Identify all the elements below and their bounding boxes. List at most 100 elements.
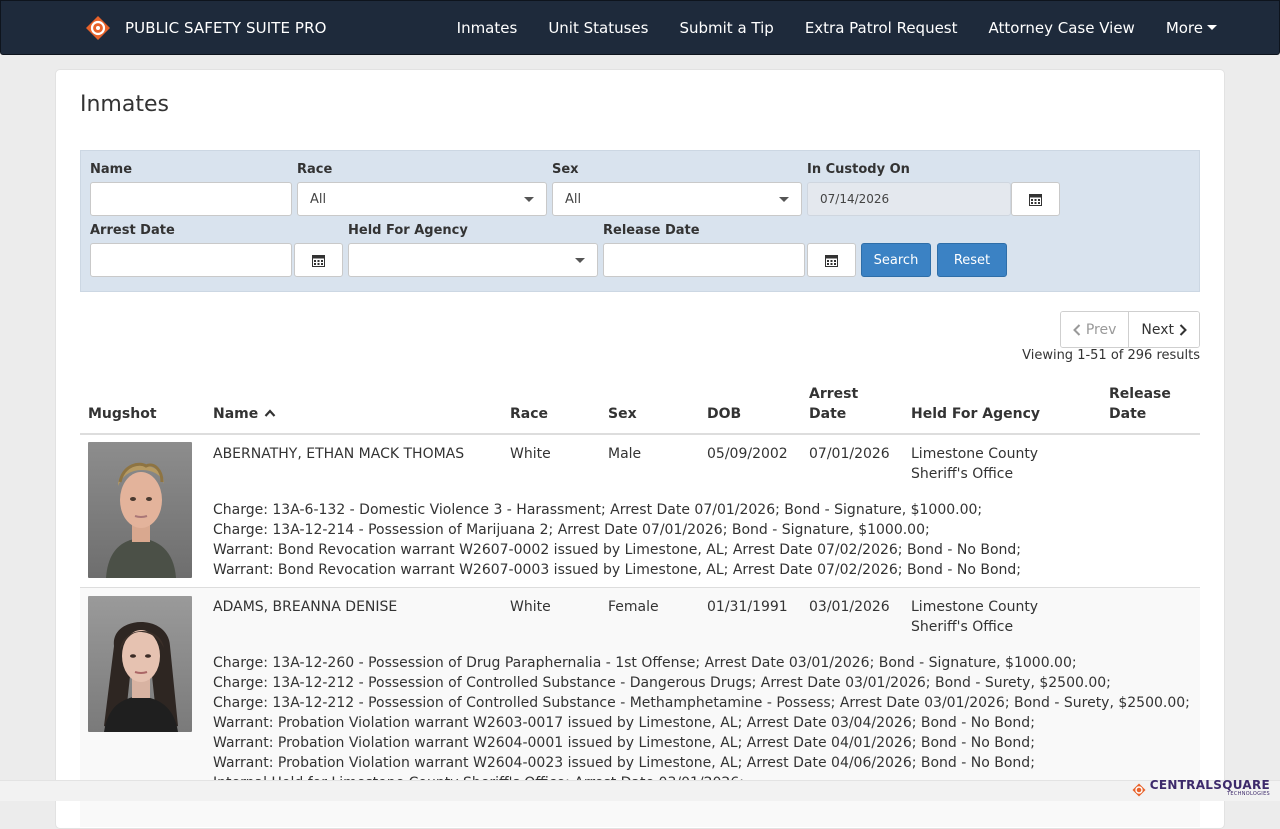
calendar-icon bbox=[312, 254, 325, 267]
nav-unit-statuses[interactable]: Unit Statuses bbox=[548, 19, 648, 37]
warrant-line: Warrant: Bond Revocation warrant W2607-0… bbox=[213, 542, 1021, 558]
header-arrest-date: Arrest Date bbox=[809, 384, 858, 424]
inmate-agency: Limestone County Sheriff's Office bbox=[911, 597, 1038, 637]
agency-line2: Sheriff's Office bbox=[911, 466, 1014, 482]
calendar-icon bbox=[825, 254, 838, 267]
nav-attorney-case-view[interactable]: Attorney Case View bbox=[989, 19, 1135, 37]
search-button[interactable]: Search bbox=[861, 243, 931, 277]
inmate-arrest-date: 07/01/2026 bbox=[809, 446, 890, 462]
sex-label: Sex bbox=[552, 162, 579, 177]
inmate-name[interactable]: ADAMS, BREANNA DENISE bbox=[213, 597, 397, 617]
agency-select[interactable] bbox=[348, 243, 598, 277]
charge-line: Charge: 13A-12-212 - Possession of Contr… bbox=[213, 695, 1190, 711]
header-name-label: Name bbox=[213, 406, 259, 422]
release-date-label: Release Date bbox=[603, 223, 700, 238]
reset-button[interactable]: Reset bbox=[937, 243, 1007, 277]
inmate-name[interactable]: ABERNATHY, ETHAN MACK THOMAS bbox=[213, 444, 464, 464]
top-navbar: PUBLIC SAFETY SUITE PRO Inmates Unit Sta… bbox=[0, 0, 1280, 55]
chevron-down-icon bbox=[779, 197, 789, 202]
charge-line: Charge: 13A-12-260 - Possession of Drug … bbox=[213, 655, 1077, 671]
footer-bar bbox=[0, 780, 1280, 801]
header-release-line2: Date bbox=[1109, 406, 1147, 422]
logo-text: CENTRALSQUARE bbox=[1149, 778, 1270, 792]
warrant-line: Warrant: Probation Violation warrant W26… bbox=[213, 755, 1035, 771]
arrest-calendar-button[interactable] bbox=[294, 243, 343, 277]
sex-select-value: All bbox=[565, 191, 582, 207]
name-label: Name bbox=[90, 162, 133, 177]
header-name-sort[interactable]: Name bbox=[213, 404, 276, 424]
header-mugshot: Mugshot bbox=[88, 406, 157, 422]
custody-date-value: 07/14/2026 bbox=[820, 192, 890, 206]
inmate-race: White bbox=[510, 446, 551, 462]
nav-more-dropdown[interactable]: More bbox=[1166, 19, 1217, 37]
centralsquare-logo-icon bbox=[1132, 783, 1146, 797]
mugshot-photo[interactable] bbox=[88, 442, 192, 578]
chevron-down-icon bbox=[575, 258, 585, 263]
caret-down-icon bbox=[1207, 24, 1217, 30]
race-select-value: All bbox=[310, 191, 327, 207]
centralsquare-logo: CENTRALSQUARE TECHNOLOGIES bbox=[1132, 778, 1270, 799]
inmate-arrest-date: 03/01/2026 bbox=[809, 599, 890, 615]
header-arrest-line1: Arrest bbox=[809, 386, 859, 402]
release-date-input[interactable] bbox=[603, 243, 805, 277]
inmate-race: White bbox=[510, 599, 551, 615]
agency-line1: Limestone County bbox=[911, 599, 1039, 615]
inmate-agency: Limestone County Sheriff's Office bbox=[911, 444, 1038, 484]
sort-ascending-icon bbox=[264, 409, 276, 417]
mugshot-photo[interactable] bbox=[88, 596, 192, 732]
brand[interactable]: PUBLIC SAFETY SUITE PRO bbox=[85, 15, 327, 41]
header-arrest-line2: Date bbox=[809, 406, 847, 422]
race-label: Race bbox=[297, 162, 333, 177]
page-title: Inmates bbox=[80, 92, 169, 117]
inmate-sex: Female bbox=[608, 599, 659, 615]
next-button[interactable]: Next bbox=[1129, 312, 1199, 347]
table-row: ABERNATHY, ETHAN MACK THOMAS White Male … bbox=[80, 435, 1200, 587]
results-count: Viewing 1-51 of 296 results bbox=[1022, 348, 1200, 363]
header-dob: DOB bbox=[707, 406, 742, 422]
arrest-date-label: Arrest Date bbox=[90, 223, 175, 238]
nav-submit-tip[interactable]: Submit a Tip bbox=[679, 19, 773, 37]
main-nav: Inmates Unit Statuses Submit a Tip Extra… bbox=[426, 1, 1217, 54]
warrant-line: Warrant: Probation Violation warrant W26… bbox=[213, 735, 1035, 751]
header-release-date: Release Date bbox=[1109, 384, 1171, 424]
name-input[interactable] bbox=[90, 182, 292, 216]
charge-line: Charge: 13A-6-132 - Domestic Violence 3 … bbox=[213, 502, 983, 518]
custody-date-input[interactable]: 07/14/2026 bbox=[807, 182, 1011, 216]
prev-button[interactable]: Prev bbox=[1060, 312, 1130, 347]
charges-list: Charge: 13A-6-132 - Domestic Violence 3 … bbox=[213, 500, 1021, 580]
agency-line2: Sheriff's Office bbox=[911, 619, 1014, 635]
warrant-line: Warrant: Probation Violation warrant W26… bbox=[213, 715, 1035, 731]
custody-label: In Custody On bbox=[807, 162, 910, 177]
header-race: Race bbox=[510, 406, 549, 422]
logo-subtext: TECHNOLOGIES bbox=[1227, 791, 1270, 797]
filter-form: Name Race All Sex All In Custody On 07/1… bbox=[80, 150, 1200, 292]
header-held-for-agency: Held For Agency bbox=[911, 406, 1041, 422]
nav-inmates[interactable]: Inmates bbox=[457, 19, 518, 37]
sex-select[interactable]: All bbox=[552, 182, 802, 216]
calendar-icon bbox=[1029, 193, 1042, 206]
warrant-line: Warrant: Bond Revocation warrant W2607-0… bbox=[213, 562, 1021, 578]
chevron-right-icon bbox=[1179, 323, 1187, 336]
inmate-sex: Male bbox=[608, 446, 642, 462]
agency-line1: Limestone County bbox=[911, 446, 1039, 462]
header-release-line1: Release bbox=[1109, 386, 1171, 402]
inmate-dob: 05/09/2002 bbox=[707, 446, 788, 462]
next-label: Next bbox=[1141, 321, 1174, 338]
charge-line: Charge: 13A-12-214 - Possession of Marij… bbox=[213, 522, 930, 538]
prev-label: Prev bbox=[1085, 321, 1117, 338]
chevron-down-icon bbox=[524, 197, 534, 202]
main-panel: Inmates Name Race All Sex All In Custody… bbox=[55, 69, 1225, 829]
brand-name: PUBLIC SAFETY SUITE PRO bbox=[125, 19, 327, 37]
custody-calendar-button[interactable] bbox=[1011, 182, 1060, 216]
pagination: Prev Next bbox=[1059, 311, 1200, 348]
inmate-dob: 01/31/1991 bbox=[707, 599, 788, 615]
release-calendar-button[interactable] bbox=[807, 243, 856, 277]
arrest-date-input[interactable] bbox=[90, 243, 292, 277]
charges-list: Charge: 13A-12-260 - Possession of Drug … bbox=[213, 653, 1190, 793]
charge-line: Charge: 13A-12-212 - Possession of Contr… bbox=[213, 675, 1111, 691]
race-select[interactable]: All bbox=[297, 182, 547, 216]
brand-logo-icon bbox=[85, 15, 111, 41]
chevron-left-icon bbox=[1072, 323, 1081, 336]
nav-extra-patrol-request[interactable]: Extra Patrol Request bbox=[805, 19, 958, 37]
header-sex: Sex bbox=[608, 406, 637, 422]
